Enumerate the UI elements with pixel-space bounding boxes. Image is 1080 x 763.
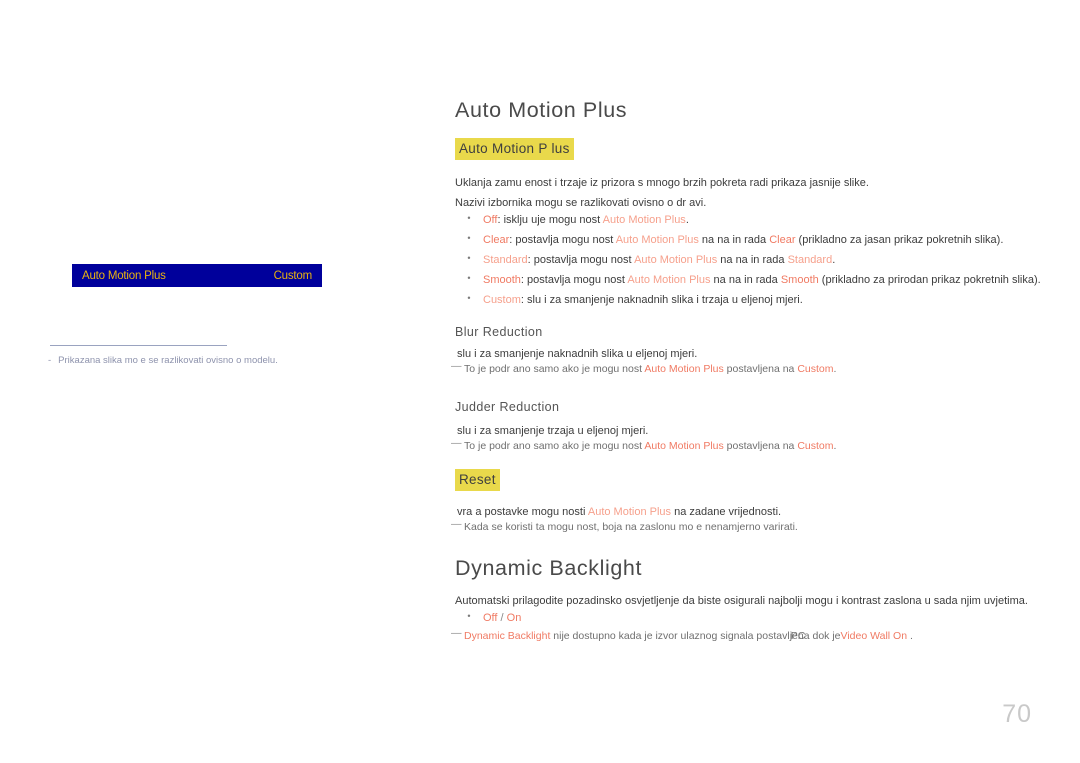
option-list-auto-motion-plus: • Off: isklju uje mogu nost Auto Motion … [455,213,1041,313]
option-desc: : isklju uje mogu nost [497,214,603,226]
note-text-2: a dok je [803,630,841,642]
paragraph-reset-description: vra a postavke mogu nosti Auto Motion Pl… [457,505,781,520]
reset-desc-2: na zadane vrijednosti. [671,506,782,518]
option-separator: / [497,612,507,624]
list-item: • Custom: slu i za smanjenje naknadnih s… [455,293,1041,313]
option-ref: Auto Motion Plus [627,274,711,286]
section-title-auto-motion-plus: Auto Motion Plus [455,98,628,122]
osd-setting-value: Custom [273,269,313,282]
note-text-3: . [833,363,837,375]
osd-setting-row[interactable]: Auto Motion Plus Custom [72,264,322,287]
option-desc-tail: (prikladno za jasan prikaz pokretnih sli… [795,234,1004,246]
left-footnote: - Prikazana slika mo e se razlikovati ov… [48,354,378,367]
main-content: Auto Motion Plus Auto Motion P lus Uklan… [451,0,1055,763]
bullet-dot-icon: • [467,213,471,223]
reset-desc-ref: Auto Motion Plus [587,506,672,518]
note-blur-reduction: — To je podr ano samo ako je mogu nost A… [451,360,837,377]
note-marker-icon: — [451,437,462,449]
note-ref: Auto Motion Plus [644,363,724,375]
option-ref: Auto Motion Plus [615,234,699,246]
note-overlap-pc: PC [790,630,806,642]
note-text-1: To je podr ano samo ako je mogu nost [464,363,645,375]
bullet-dot-icon: • [467,611,471,621]
option-desc-tail: (prikladno za prirodan prikaz pokretnih … [818,274,1041,286]
bullet-dot-icon: • [467,293,471,303]
paragraph-intro-1: Uklanja zamu enost i trzaje iz prizora s… [455,177,869,189]
option-on: On [506,612,522,624]
note-overlap-group: PC a dok je [791,630,841,644]
subsection-title-reset: Reset [455,469,500,491]
option-ref: Auto Motion Plus [634,254,718,266]
option-mode: Standard [787,254,833,266]
option-desc: : postavlja mogu nost [520,274,628,286]
paragraph-dynamic-backlight-description: Automatski prilagodite pozadinsko osvjet… [455,595,1028,607]
option-name: Standard [483,254,528,266]
note-marker-icon: — [451,518,462,530]
option-desc-mid: na na in rada [710,274,781,286]
option-name: Custom [483,294,521,306]
left-illustration-panel: Auto Motion Plus Custom - Prikazana slik… [0,0,420,763]
option-desc-tail: . [685,214,689,226]
footnote-divider [50,345,227,346]
bullet-dot-icon: • [467,233,471,243]
note-text-2: postavljena na [723,363,798,375]
option-mode: Clear [769,234,796,246]
section-title-dynamic-backlight: Dynamic Backlight [455,556,643,580]
paragraph-judder-reduction-description: slu i za smanjenje trzaja u eljenoj mjer… [457,425,649,437]
option-name: Clear [483,234,510,246]
option-name: Off [483,214,498,226]
note-ref: Auto Motion Plus [644,440,724,452]
note-marker-icon: — [451,627,462,639]
list-item: • Standard: postavlja mogu nost Auto Mot… [455,253,1041,273]
note-text-3: . [907,630,913,642]
option-list-dynamic-backlight: • Off / On [455,611,521,631]
osd-setting-label: Auto Motion Plus [82,269,166,282]
note-text-3: . [833,440,837,452]
note-text: Kada se koristi ta mogu nost, boja na za… [464,521,798,533]
reset-desc-1: vra a postavke mogu nosti [457,506,588,518]
option-name: Smooth [483,274,521,286]
note-reset: — Kada se koristi ta mogu nost, boja na … [451,518,798,535]
paragraph-blur-reduction-description: slu i za smanjenje naknadnih slika u elj… [457,348,698,360]
list-item: • Off / On [455,611,521,631]
note-judder-reduction: — To je podr ano samo ako je mogu nost A… [451,437,837,454]
note-text-1: nije dostupno kada je izvor ulaznog sign… [550,630,804,642]
option-desc: : postavlja mogu nost [527,254,635,266]
list-item: • Smooth: postavlja mogu nost Auto Motio… [455,273,1041,293]
bullet-dot-icon: • [467,273,471,283]
option-off: Off [483,612,498,624]
option-mode: Smooth [780,274,819,286]
option-desc-tail: . [832,254,836,266]
bullet-dot-icon: • [467,253,471,263]
note-ref-2: Video Wall On [840,630,908,642]
subsection-title-reset-text: Reset [455,469,500,491]
footnote-text: Prikazana slika mo e se razlikovati ovis… [58,355,278,366]
note-text-1: To je podr ano samo ako je mogu nost [464,440,645,452]
subsection-title-auto-motion-plus-text: Auto Motion P lus [455,138,574,160]
note-text-2: postavljena na [723,440,798,452]
minor-title-judder-reduction: Judder Reduction [455,400,560,414]
note-value: Custom [797,440,834,452]
option-desc-mid: na na in rada [698,234,770,246]
list-item: • Clear: postavlja mogu nost Auto Motion… [455,233,1041,253]
paragraph-intro-2: Nazivi izbornika mogu se razlikovati ovi… [455,197,707,209]
option-desc-mid: na na in rada [717,254,788,266]
list-item: • Off: isklju uje mogu nost Auto Motion … [455,213,1041,233]
note-value: Custom [797,363,834,375]
note-dynamic-backlight: — Dynamic Backlight nije dostupno kada j… [451,627,913,644]
option-desc: : postavlja mogu nost [509,234,616,246]
page-number: 70 [1002,700,1032,728]
option-desc: : slu i za smanjenje naknadnih slika i t… [520,294,803,306]
note-marker-icon: — [451,360,462,372]
footnote-dash: - [48,355,52,366]
option-ref: Auto Motion Plus [602,214,686,226]
subsection-title-auto-motion-plus: Auto Motion P lus [455,138,574,160]
minor-title-blur-reduction: Blur Reduction [455,325,543,339]
note-ref: Dynamic Backlight [464,630,551,642]
